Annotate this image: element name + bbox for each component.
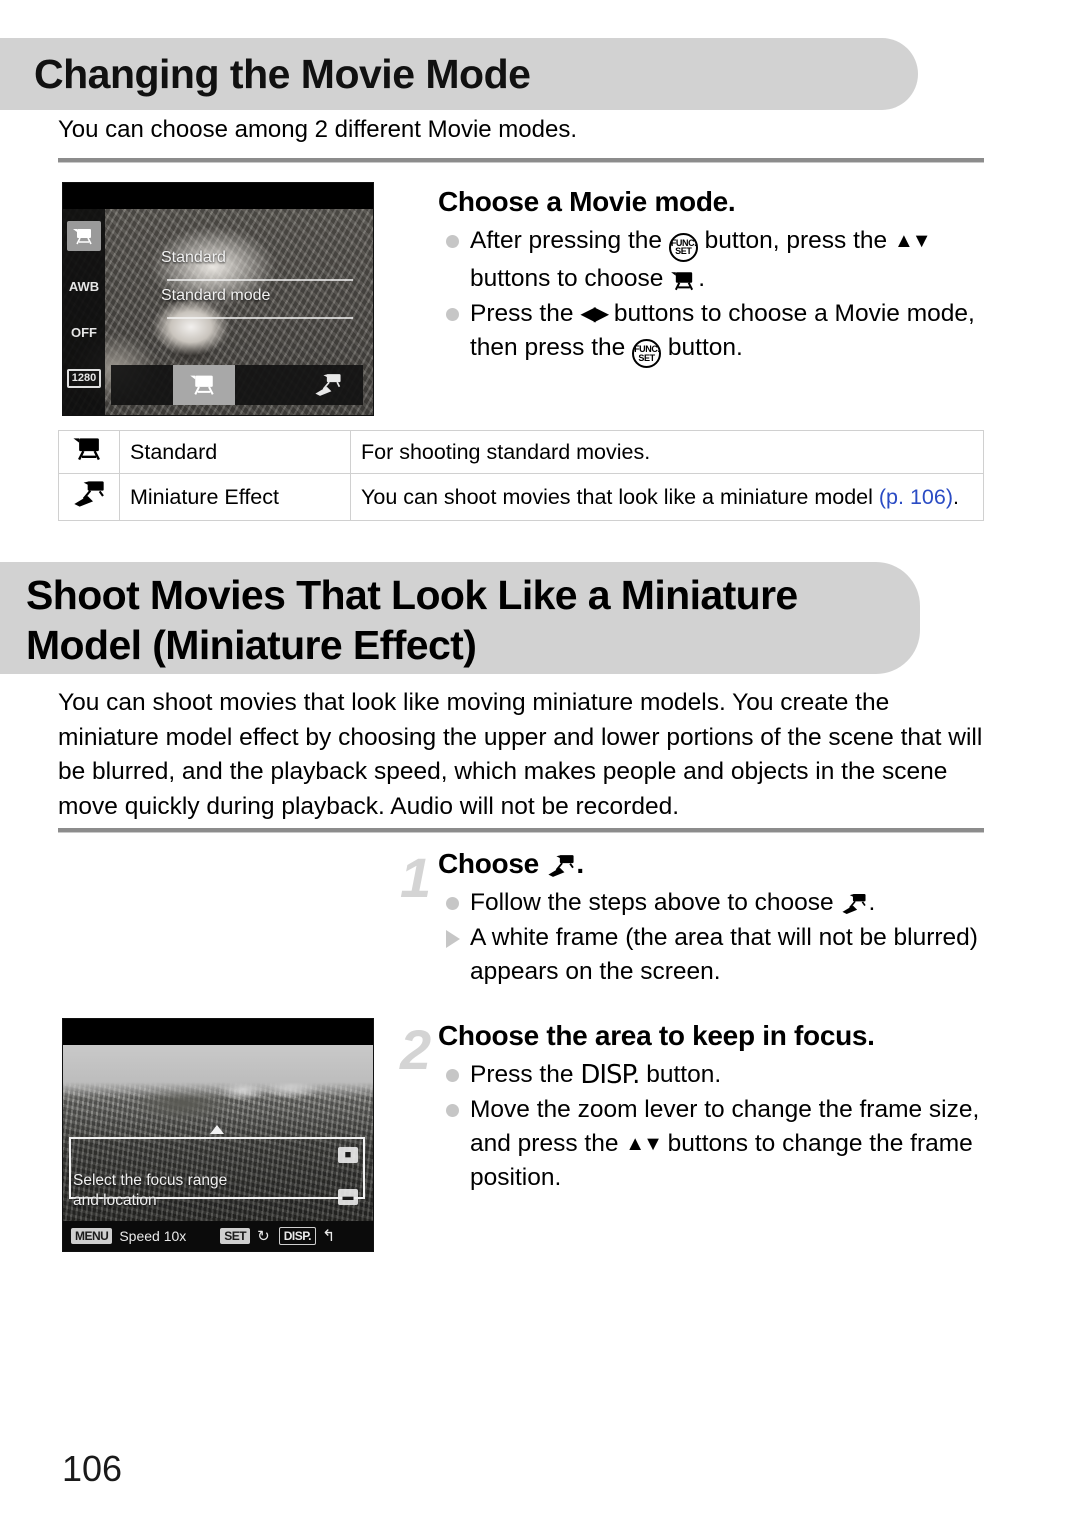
left-right-buttons-icon: ◀▶ [580, 302, 609, 325]
page-title: Changing the Movie Mode [34, 51, 531, 97]
rail-movie-resolution-icon[interactable]: 1280 [66, 363, 102, 393]
zoom-indicator[interactable]: ■ ▬ [335, 1147, 361, 1205]
standard-movie-icon [190, 375, 214, 395]
instruction-bullet-list: Press the DISP. button. Move the zoom le… [438, 1058, 986, 1195]
up-down-buttons-icon: ▲▼ [625, 1133, 663, 1155]
page-reference-link[interactable]: (p. 106) [879, 485, 953, 509]
speed-label: Speed 10x [119, 1228, 187, 1244]
bullet-dot-icon [446, 307, 459, 321]
step-number-1: 1 [400, 846, 432, 909]
horizontal-divider [58, 828, 984, 833]
up-down-buttons-icon: ▲▼ [893, 230, 932, 252]
mode-cell-miniature-effect[interactable] [297, 365, 359, 405]
bullet-text: Follow the steps above to choose . [470, 889, 876, 916]
table-row: Miniature Effect You can shoot movies th… [58, 473, 984, 521]
horizontal-divider [58, 158, 984, 163]
step-title: Choose . [438, 848, 584, 879]
set-button-badge[interactable]: SET [220, 1228, 251, 1244]
list-item: After pressing the FUNC. SET button, pres… [438, 224, 986, 296]
rail-white-balance-icon[interactable]: AWB [67, 271, 101, 301]
list-item: Move the zoom lever to change the frame … [438, 1093, 986, 1195]
page-title-line2: Model (Miniature Effect) [26, 622, 477, 668]
bullet-dot-icon [446, 897, 459, 910]
table-cell-description: For shooting standard movies. [350, 430, 984, 474]
rail-resolution-label: 1280 [66, 368, 102, 388]
instructions-choose-movie-mode: Choose a Movie mode. After pressing the … [438, 186, 986, 369]
heading-wrapper: Shoot Movies That Look Like a Miniature … [0, 562, 920, 670]
section-heading-banner-changing-movie-mode: Changing the Movie Mode [0, 38, 918, 110]
instruction-bullet-list: After pressing the FUNC. SET button, pres… [438, 224, 986, 368]
instruction-bullet-list: Follow the steps above to choose . A whi… [438, 886, 986, 989]
mode-cell-standard-movie[interactable] [173, 365, 235, 405]
miniature-effect-icon [842, 894, 867, 914]
bullet-text: After pressing the FUNC. SET button, pres… [470, 227, 932, 292]
step-title: Choose the area to keep in focus. [438, 1020, 875, 1051]
func-set-button-icon: FUNC. SET [632, 339, 662, 368]
mode-cell-spacer [235, 365, 297, 405]
overlay-mode-subtitle: Standard mode [161, 287, 271, 304]
rail-flash-off-label: OFF [71, 324, 97, 340]
overlay-mode-title: Standard [161, 249, 226, 266]
bullet-dot-icon [446, 1069, 459, 1082]
table-cell-mode-name: Miniature Effect [119, 473, 351, 521]
bullet-dot-icon [446, 1104, 459, 1117]
list-item: A white frame (the area that will not be… [438, 921, 986, 989]
standard-movie-icon [73, 438, 100, 461]
instructions-step-2: Choose the area to keep in focus. Press … [438, 1020, 986, 1196]
section-body-paragraph: You can shoot movies that look like movi… [58, 689, 983, 820]
triangle-marker-icon [446, 930, 460, 948]
rail-movie-mode-icon[interactable] [67, 221, 101, 251]
miniature-effect-icon [315, 374, 341, 396]
bullet-text: Move the zoom lever to change the frame … [470, 1096, 980, 1191]
zoom-out-icon[interactable]: ▬ [338, 1189, 358, 1205]
camera-bottom-bar: MENU Speed 10x SET ↻ DISP. ↰ [63, 1221, 373, 1251]
camera-screen-focus-range: ■ ▬ Select the focus range and location … [62, 1018, 374, 1252]
standard-movie-icon [671, 271, 694, 290]
bullet-text: A white frame (the area that will not be… [470, 924, 978, 985]
table-cell-description: You can shoot movies that look like a mi… [350, 473, 984, 521]
overlay-divider [167, 317, 353, 319]
miniature-effect-icon [548, 855, 575, 877]
menu-button-badge[interactable]: MENU [71, 1228, 113, 1244]
movie-mode-table: Standard For shooting standard movies. M… [58, 430, 984, 521]
table-cell-icon [58, 473, 120, 521]
section-intro-text: You can choose among 2 different Movie m… [58, 116, 577, 143]
disp-button-badge[interactable]: DISP. [278, 1227, 317, 1245]
rail-white-balance-label: AWB [68, 278, 100, 294]
description-text: You can shoot movies that look like a mi… [361, 484, 879, 509]
bullet-text: Press the ◀▶ buttons to choose a Movie m… [470, 300, 975, 368]
instructions-title: Choose a Movie mode. [438, 186, 736, 217]
rail-flash-off-icon[interactable]: OFF [67, 317, 101, 347]
camera-screen-standard-mode: Standard Standard mode AWB OFF 1280 [62, 182, 374, 416]
camera-mode-strip [111, 365, 363, 405]
instructions-step-1: Choose . Follow the steps above to choos… [438, 848, 986, 990]
page-title-line1: Shoot Movies That Look Like a Miniature [26, 572, 798, 618]
miniature-effect-icon [74, 481, 104, 507]
rotate-icon: ↻ [257, 1228, 270, 1245]
focus-hint-overlay: Select the focus range and location [73, 1171, 227, 1211]
step-number-2: 2 [400, 1018, 432, 1081]
focus-hint-line2: and location [73, 1192, 157, 1209]
list-item: Follow the steps above to choose . [438, 886, 986, 920]
section-heading-banner-miniature-effect: Shoot Movies That Look Like a Miniature … [0, 562, 920, 674]
camera-settings-rail: AWB OFF 1280 [63, 209, 105, 415]
list-item: Press the ◀▶ buttons to choose a Movie m… [438, 297, 986, 368]
page-number: 106 [62, 1448, 123, 1489]
mode-cell-empty [111, 365, 173, 405]
overlay-divider [167, 279, 353, 281]
func-set-button-icon: FUNC. SET [668, 232, 698, 262]
bullet-text: Press the DISP. button. [470, 1060, 722, 1090]
table-row: Standard For shooting standard movies. [58, 430, 984, 474]
return-icon: ↰ [322, 1228, 336, 1245]
table-cell-mode-name: Standard [119, 430, 351, 474]
list-item: Press the DISP. button. [438, 1058, 986, 1092]
table-cell-icon [58, 430, 120, 474]
description-tail: . [953, 484, 959, 509]
bullet-dot-icon [446, 235, 459, 248]
disp-button-icon: DISP. [580, 1060, 640, 1090]
focus-hint-line1: Select the focus range [73, 1172, 228, 1189]
movie-camera-icon [73, 228, 92, 244]
zoom-in-icon[interactable]: ■ [338, 1147, 358, 1163]
